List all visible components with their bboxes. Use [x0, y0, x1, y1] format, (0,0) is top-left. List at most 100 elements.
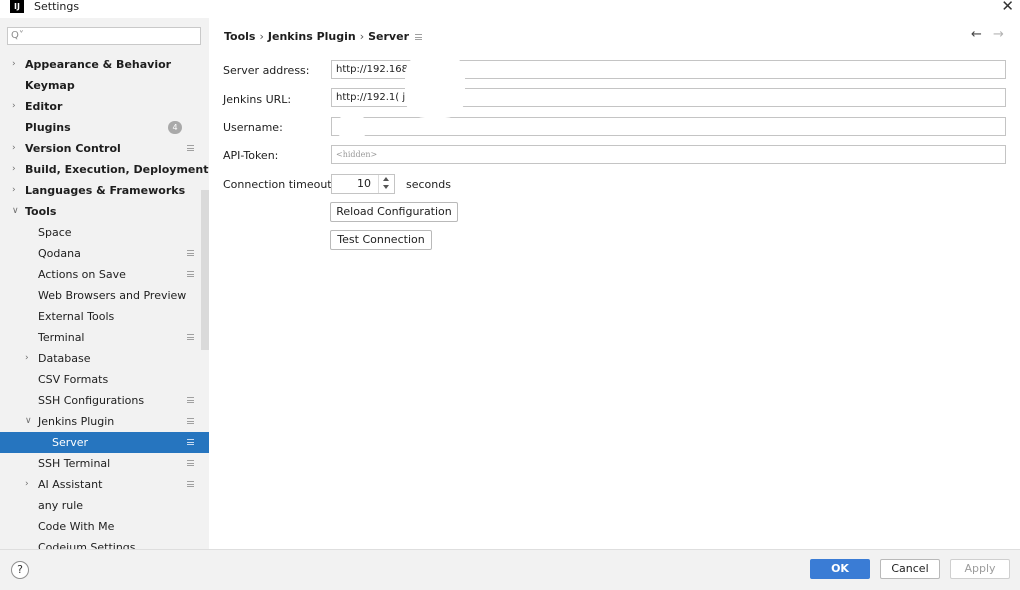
cancel-button[interactable]: Cancel [880, 559, 940, 579]
search-box[interactable]: Q˅ [7, 27, 201, 45]
chevron-right-icon[interactable]: › [12, 96, 16, 117]
sidebar-item[interactable]: Code With Me [0, 516, 209, 537]
api-token-label: API-Token: [223, 149, 279, 162]
breadcrumb-item[interactable]: Tools [224, 30, 255, 43]
redaction-mark [337, 116, 367, 138]
chevron-right-icon[interactable]: › [25, 348, 29, 369]
settings-page-icon [187, 250, 194, 256]
close-icon[interactable]: ✕ [1001, 0, 1014, 14]
settings-page-icon [187, 481, 194, 487]
dialog-footer: ? OK Cancel Apply [0, 549, 1020, 590]
settings-page-icon [187, 397, 194, 403]
sidebar-item[interactable]: › Version Control [0, 138, 209, 159]
chevron-right-icon[interactable]: › [12, 180, 16, 201]
sidebar-item[interactable]: Terminal [0, 327, 209, 348]
settings-page-icon [187, 334, 194, 340]
ok-button[interactable]: OK [810, 559, 870, 579]
search-icon: Q˅ [11, 30, 24, 41]
chevron-down-icon[interactable]: ∨ [12, 201, 19, 222]
timeout-label: Connection timeout: [223, 178, 336, 191]
update-count-badge: 4 [168, 121, 182, 134]
sidebar-item-label: Qodana [38, 247, 81, 260]
sidebar-item[interactable]: any rule [0, 495, 209, 516]
chevron-right-icon[interactable]: › [12, 54, 16, 75]
sidebar-item[interactable]: Space [0, 222, 209, 243]
test-connection-button[interactable]: Test Connection [330, 230, 432, 250]
redaction-mark [539, 243, 559, 263]
sidebar-item-label: SSH Terminal [38, 457, 111, 470]
sidebar-item[interactable]: Codeium Settings [0, 537, 209, 549]
arrow-right-icon[interactable]: → [993, 27, 1004, 42]
username-input[interactable]: .ang [331, 117, 1006, 136]
sidebar-item-label: Codeium Settings [38, 541, 136, 549]
chevron-right-icon[interactable]: › [25, 474, 29, 495]
app-logo-icon: IJ [10, 0, 24, 13]
settings-page-icon [415, 34, 422, 40]
sidebar-item[interactable]: › Database [0, 348, 209, 369]
server-address-label: Server address: [223, 64, 310, 77]
sidebar-item[interactable]: Web Browsers and Preview [0, 285, 209, 306]
sidebar-item[interactable]: › Languages & Frameworks [0, 180, 209, 201]
sidebar-item[interactable]: ∨ Jenkins Plugin [0, 411, 209, 432]
sidebar-item[interactable]: Server [0, 432, 209, 453]
sidebar-scrollbar[interactable] [201, 190, 209, 350]
timeout-unit: seconds [406, 178, 451, 191]
redaction-mark [405, 54, 465, 118]
chevron-down-icon[interactable]: ∨ [25, 411, 32, 432]
breadcrumb-separator: › [259, 30, 264, 43]
sidebar-item-label: Space [38, 226, 72, 239]
apply-button[interactable]: Apply [950, 559, 1010, 579]
arrow-left-icon[interactable]: ← [971, 27, 982, 42]
api-token-input[interactable]: <hidden> [331, 145, 1006, 164]
breadcrumb-item[interactable]: Jenkins Plugin [268, 30, 356, 43]
stepper-down-icon[interactable] [383, 185, 389, 189]
sidebar-item[interactable]: SSH Configurations [0, 390, 209, 411]
settings-page-icon [187, 439, 194, 445]
main-panel: Tools › Jenkins Plugin › Server ← → Server a… [209, 18, 1020, 549]
sidebar-item[interactable]: CSV Formats [0, 369, 209, 390]
sidebar-item[interactable]: › AI Assistant [0, 474, 209, 495]
timeout-value: 10 [357, 177, 371, 190]
settings-page-icon [187, 418, 194, 424]
chevron-right-icon[interactable]: › [12, 138, 16, 159]
sidebar-item[interactable]: Qodana [0, 243, 209, 264]
sidebar-item-label: Version Control [25, 142, 121, 155]
sidebar-item-label: External Tools [38, 310, 115, 323]
title-bar: IJ Settings ✕ [0, 0, 1020, 18]
settings-sidebar: Q˅ › Appearance & Behavior Keymap › Editor Pl… [0, 18, 209, 549]
sidebar-item-label: Database [38, 352, 91, 365]
sidebar-item[interactable]: Keymap [0, 75, 209, 96]
sidebar-item-label: Languages & Frameworks [25, 184, 186, 197]
stepper-arrows[interactable] [378, 175, 394, 193]
settings-page-icon [187, 460, 194, 466]
sidebar-item-label: Server [52, 436, 89, 449]
reload-configuration-button[interactable]: Reload Configuration [330, 202, 458, 222]
sidebar-item-label: Actions on Save [38, 268, 126, 281]
chevron-right-icon[interactable]: › [12, 159, 16, 180]
search-input[interactable] [26, 29, 196, 43]
sidebar-item-label: Jenkins Plugin [38, 415, 115, 428]
sidebar-item[interactable]: ∨ Tools [0, 201, 209, 222]
settings-tree: › Appearance & Behavior Keymap › Editor Plugi… [0, 54, 209, 549]
sidebar-item-label: any rule [38, 499, 84, 512]
sidebar-item-label: AI Assistant [38, 478, 103, 491]
settings-page-icon [187, 271, 194, 277]
sidebar-item[interactable]: › Editor [0, 96, 209, 117]
sidebar-item[interactable]: › Build, Execution, Deployment [0, 159, 209, 180]
timeout-stepper[interactable]: 10 [331, 174, 395, 194]
sidebar-item-label: Tools [25, 205, 57, 218]
sidebar-item-label: Code With Me [38, 520, 115, 533]
help-icon[interactable]: ? [11, 561, 29, 579]
sidebar-item[interactable]: › Appearance & Behavior [0, 54, 209, 75]
sidebar-item[interactable]: SSH Terminal [0, 453, 209, 474]
sidebar-item[interactable]: Actions on Save [0, 264, 209, 285]
settings-page-icon [187, 145, 194, 151]
breadcrumb-item: Server [368, 30, 409, 43]
sidebar-item-label: Terminal [38, 331, 85, 344]
sidebar-item-label: Build, Execution, Deployment [25, 163, 209, 176]
sidebar-item-label: CSV Formats [38, 373, 109, 386]
sidebar-item[interactable]: External Tools [0, 306, 209, 327]
sidebar-item[interactable]: Plugins 4 [0, 117, 209, 138]
stepper-up-icon[interactable] [383, 177, 389, 181]
sidebar-item-label: Editor [25, 100, 63, 113]
